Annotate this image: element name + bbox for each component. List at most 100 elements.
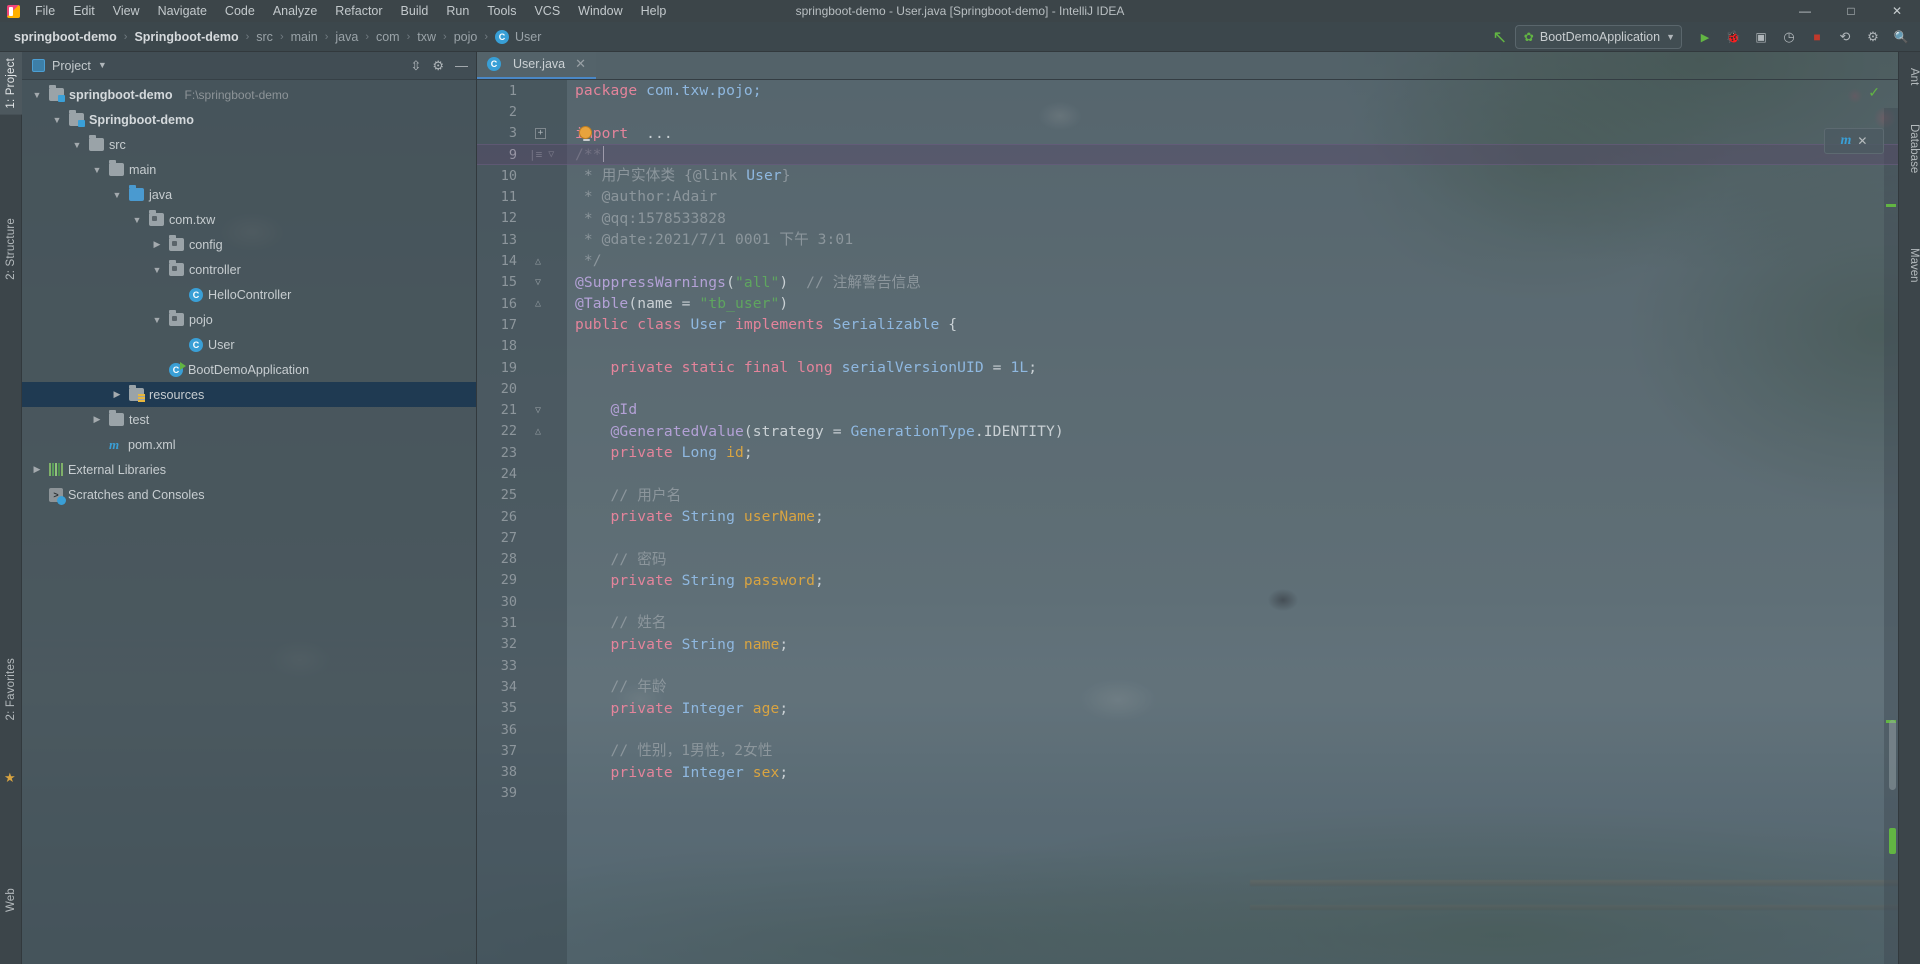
gutter-marker[interactable]: + <box>523 127 567 140</box>
code-line[interactable]: private Integer sex; <box>567 762 1898 783</box>
menu-build[interactable]: Build <box>392 2 438 21</box>
hide-panel-icon[interactable]: — <box>455 59 468 72</box>
tab-user-java[interactable]: C User.java ✕ <box>477 51 597 79</box>
gutter-row[interactable]: 25 <box>477 485 567 506</box>
sidebar-item-favorites[interactable]: 2: Favorites <box>0 652 22 726</box>
gutter-row[interactable]: 32 <box>477 634 567 655</box>
menu-view[interactable]: View <box>104 2 149 21</box>
breadcrumb-item-module[interactable]: Springboot-demo <box>134 30 238 44</box>
code-line[interactable] <box>567 336 1898 357</box>
chevron-down-icon[interactable]: ▼ <box>98 61 107 70</box>
debug-button[interactable]: 🐞 <box>1720 25 1746 49</box>
gutter-row[interactable]: 14 △ <box>477 250 567 271</box>
gutter-row[interactable]: 15 ▽ <box>477 272 567 293</box>
code-line[interactable] <box>567 591 1898 612</box>
code-editor[interactable]: 1 2 3 +9 |≡ ▽ 10 11 12 13 14 △ 15 ▽ 16 △ 17 18 19 20 21 ▽ 22 △ 2… <box>477 80 1898 964</box>
gutter-row[interactable]: 35 <box>477 698 567 719</box>
gutter-row[interactable]: 34 <box>477 676 567 697</box>
breadcrumb-item-txw[interactable]: txw <box>417 30 436 44</box>
menu-vcs[interactable]: VCS <box>525 2 569 21</box>
build-project-icon[interactable]: ↖ <box>1487 25 1513 49</box>
breadcrumb-item-user[interactable]: C User <box>495 29 541 44</box>
chevron-right-icon[interactable]: ▶ <box>30 464 44 475</box>
fold-handle-icon[interactable]: △ <box>535 426 541 437</box>
star-icon[interactable]: ★ <box>4 770 16 786</box>
run-configuration-selector[interactable]: ✿ BootDemoApplication ▼ <box>1514 25 1682 49</box>
gutter-row[interactable]: 3 + <box>477 123 567 144</box>
code-line[interactable]: private Integer age; <box>567 698 1898 719</box>
fold-handle-icon[interactable]: ▽ <box>535 405 541 416</box>
chevron-right-icon[interactable]: ▶ <box>90 414 104 425</box>
gutter-row[interactable]: 20 <box>477 378 567 399</box>
fold-handle-icon[interactable]: ▽ <box>548 149 554 160</box>
gutter-row[interactable]: 31 <box>477 612 567 633</box>
code-line[interactable] <box>567 101 1898 122</box>
breadcrumb-item-main[interactable]: main <box>291 30 318 44</box>
tree-node-bootdemoapplication[interactable]: C BootDemoApplication <box>22 357 476 382</box>
code-line[interactable]: @GeneratedValue(strategy = GenerationTyp… <box>567 421 1898 442</box>
menu-window[interactable]: Window <box>569 2 631 21</box>
gutter-row[interactable]: 22 △ <box>477 421 567 442</box>
sidebar-item-ant[interactable]: Ant <box>1898 62 1920 91</box>
gutter-row[interactable]: 18 <box>477 336 567 357</box>
breadcrumb-item-src[interactable]: src <box>256 30 273 44</box>
gutter-row[interactable]: 37 <box>477 740 567 761</box>
code-text-area[interactable]: package com.txw.pojo; import .../** * 用户实… <box>567 80 1898 964</box>
menu-analyze[interactable]: Analyze <box>264 2 326 21</box>
close-icon[interactable]: ✕ <box>1857 134 1867 148</box>
tree-node-main[interactable]: ▼ main <box>22 157 476 182</box>
intention-bulb-icon[interactable] <box>579 125 592 141</box>
chevron-down-icon[interactable]: ▼ <box>90 165 104 175</box>
code-line[interactable]: package com.txw.pojo; <box>567 80 1898 101</box>
tree-node-scratches-and-consoles[interactable]: > Scratches and Consoles <box>22 482 476 507</box>
code-line[interactable]: // 用户名 <box>567 485 1898 506</box>
code-line[interactable]: private String password; <box>567 570 1898 591</box>
chevron-right-icon[interactable]: ▶ <box>150 239 164 250</box>
breadcrumb-item-springboot-demo[interactable]: springboot-demo <box>14 30 117 44</box>
settings-button[interactable]: ⚙ <box>1860 25 1886 49</box>
code-line[interactable] <box>567 719 1898 740</box>
gear-icon[interactable]: ⚙ <box>432 59 444 72</box>
chevron-down-icon[interactable]: ▼ <box>50 115 64 125</box>
gutter-row[interactable]: 29 <box>477 570 567 591</box>
gutter-row[interactable]: 17 <box>477 314 567 335</box>
tree-node-com-txw[interactable]: ▼ com.txw <box>22 207 476 232</box>
sidebar-item-project[interactable]: 1: Project <box>0 52 22 115</box>
fold-handle-icon[interactable]: ▽ <box>535 277 541 288</box>
sidebar-item-maven[interactable]: Maven <box>1898 242 1920 289</box>
code-line[interactable] <box>567 378 1898 399</box>
menu-tools[interactable]: Tools <box>478 2 525 21</box>
gutter-row[interactable]: 13 <box>477 229 567 250</box>
gutter-row[interactable]: 28 <box>477 549 567 570</box>
tree-node-controller[interactable]: ▼ controller <box>22 257 476 282</box>
code-line[interactable] <box>567 463 1898 484</box>
gutter-row[interactable]: 9 |≡ ▽ <box>477 144 567 165</box>
code-line[interactable]: private String userName; <box>567 506 1898 527</box>
gutter-row[interactable]: 2 <box>477 101 567 122</box>
chevron-down-icon[interactable]: ▼ <box>110 190 124 200</box>
inspections-ok-icon[interactable]: ✓ <box>1868 84 1880 101</box>
inspection-marker[interactable] <box>1886 204 1896 207</box>
tree-node-external-libraries[interactable]: ▶ External Libraries <box>22 457 476 482</box>
code-line[interactable]: public class User implements Serializabl… <box>567 314 1898 335</box>
close-icon[interactable]: ✕ <box>575 56 586 72</box>
tree-node-springboot-demo[interactable]: ▼ springboot-demo F:\springboot-demo <box>22 82 476 107</box>
menu-help[interactable]: Help <box>632 2 676 21</box>
gutter-row[interactable]: 16 △ <box>477 293 567 314</box>
gutter-row[interactable]: 1 <box>477 80 567 101</box>
code-line[interactable]: * @qq:1578533828 <box>567 208 1898 229</box>
code-line[interactable]: @Id <box>567 399 1898 420</box>
gutter-row[interactable]: 12 <box>477 208 567 229</box>
profiler-button[interactable]: ◷ <box>1776 25 1802 49</box>
collapse-all-icon[interactable]: ⇳ <box>410 59 421 72</box>
code-line[interactable]: // 性别，1男性，2女性 <box>567 740 1898 761</box>
gutter-row[interactable]: 39 <box>477 783 567 804</box>
code-line[interactable] <box>567 655 1898 676</box>
code-line[interactable]: @SuppressWarnings("all") // 注解警告信息 <box>567 272 1898 293</box>
chevron-down-icon[interactable]: ▼ <box>130 215 144 225</box>
sidebar-item-database[interactable]: Database <box>1898 118 1920 179</box>
gutter-row[interactable]: 19 <box>477 357 567 378</box>
tree-node-pom-xml[interactable]: m pom.xml <box>22 432 476 457</box>
vertical-scrollbar-thumb[interactable] <box>1889 720 1896 790</box>
code-line[interactable]: import ... <box>567 123 1898 144</box>
